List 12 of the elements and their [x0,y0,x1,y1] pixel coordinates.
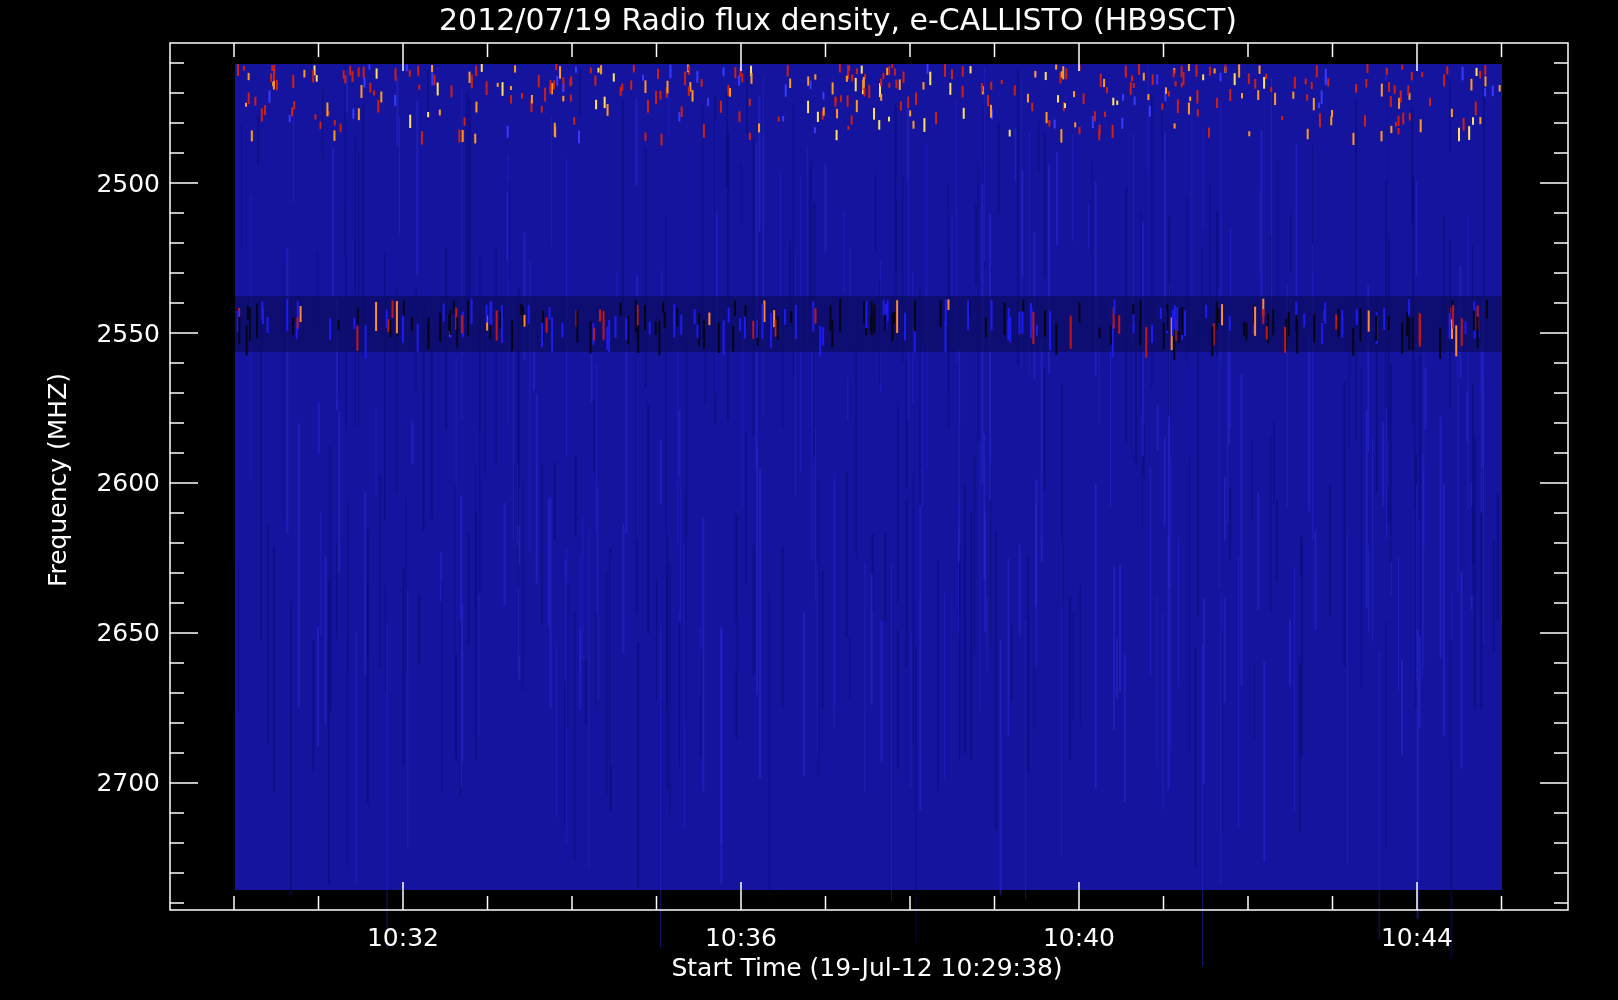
y-tick-label: 2600 [96,468,160,498]
x-tick-label: 10:44 [1381,923,1453,952]
y-tick-label: 2500 [96,169,160,198]
y-axis-label: Frequency (MHZ) [43,372,72,588]
x-axis-label: Start Time (19-Jul-12 10:29:38) [671,953,1063,982]
y-tick-label: 2550 [96,318,160,348]
x-tick-label: 10:40 [1043,923,1115,952]
y-tick-label: 2700 [96,767,160,797]
y-tick-label: 2650 [96,618,160,648]
x-tick-label: 10:36 [705,923,777,952]
x-tick-label: 10:32 [367,923,439,952]
chart-title: 2012/07/19 Radio flux density, e-CALLISTO (HB9SCT) [439,2,1237,37]
